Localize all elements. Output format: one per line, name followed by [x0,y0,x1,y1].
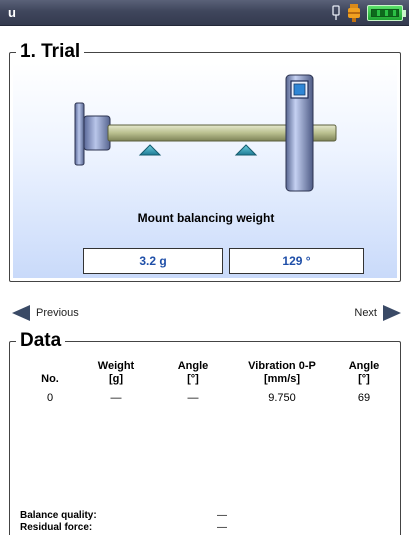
trial-group: 1. Trial Mount balancing weight 3.2 g 12… [9,42,401,282]
column-header-weight: Weight [g] [97,360,135,385]
status-bar: u [0,0,409,26]
coupling-flange [74,102,85,166]
status-icons [331,4,406,22]
column-header-angle-2: Angle [°] [348,360,380,385]
cell-angle: — [187,392,199,404]
table-header-row: No. Weight [g] Angle [°] Vibration 0-P [mm/… [24,360,394,392]
balance-quality-value: — [217,510,227,521]
battery-icon [367,5,406,21]
previous-button[interactable]: Previous [12,303,79,323]
usb-plug-icon [332,5,340,20]
quality-labels: Balance quality: Residual force: [20,510,97,534]
cell-vibration: 9.750 [268,392,296,404]
residual-force-label: Residual force: [20,522,93,533]
next-button[interactable]: Next [354,303,401,323]
balance-quality-label: Balance quality: [20,510,97,521]
data-table: No. Weight [g] Angle [°] Vibration 0-P [mm/… [24,360,394,404]
data-group: Data No. Weight [g] Angle [°] Vibration 0-… [9,331,401,535]
app-label: u [8,5,16,20]
arrow-right-icon [383,305,401,321]
arrow-left-icon [12,305,30,321]
previous-label: Previous [36,307,79,319]
instruction-text: Mount balancing weight [137,211,275,225]
cell-weight: — [110,392,122,404]
bearing-left [138,144,162,156]
column-header-no: No. [41,373,59,385]
rotor-diagram [74,74,337,192]
sensor-icon [348,4,360,22]
residual-force-value: — [217,522,227,533]
bearing-right [234,144,258,156]
next-label: Next [354,307,377,319]
column-header-angle: Angle [°] [177,360,209,385]
weight-value-field[interactable]: 3.2 g [83,248,223,274]
table-row: 0 — — 9.750 69 [24,392,394,404]
column-header-vibration: Vibration 0-P [mm/s] [248,360,316,385]
data-title: Data [16,331,66,351]
coupling-hub [83,115,111,151]
cell-angle-2: 69 [357,392,371,404]
cell-no: 0 [46,392,54,404]
quality-values: — — [217,510,227,534]
angle-value-field[interactable]: 129 ° [229,248,364,274]
